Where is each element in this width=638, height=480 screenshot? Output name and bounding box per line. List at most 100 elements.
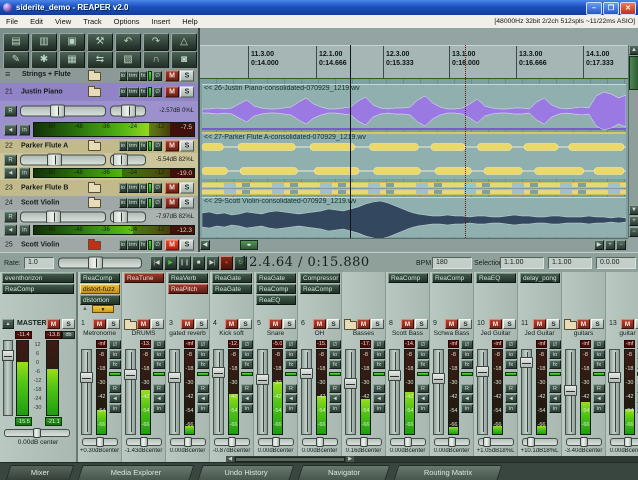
- media-item-parker-flute-a[interactable]: << 27-Parker Flute A-consolidated-070929…: [201, 132, 626, 179]
- solo-button[interactable]: S: [547, 319, 560, 329]
- close-button[interactable]: ✕: [620, 2, 636, 15]
- io-button[interactable]: io: [118, 198, 127, 208]
- ripple-edit-button[interactable]: ⇆: [87, 51, 113, 69]
- lock-button[interactable]: ◙: [171, 51, 197, 69]
- speaker-icon[interactable]: ◄: [373, 394, 385, 403]
- fx-button[interactable]: fx: [138, 87, 148, 97]
- mute-button[interactable]: M: [181, 319, 194, 329]
- volume-fader[interactable]: [81, 349, 92, 435]
- monitor-button[interactable]: in: [197, 404, 209, 413]
- fader-handle[interactable]: [256, 374, 269, 385]
- open-project-button[interactable]: ▥: [31, 33, 57, 51]
- mute-button[interactable]: M: [313, 319, 326, 329]
- solo-button[interactable]: S: [327, 319, 340, 329]
- record-arm-button[interactable]: R: [153, 384, 165, 393]
- menu-insert[interactable]: Insert: [146, 17, 177, 26]
- record-arm-button[interactable]: R: [4, 211, 17, 222]
- volume-slider-handle[interactable]: [47, 153, 62, 166]
- phase-button[interactable]: ∅: [153, 141, 162, 151]
- speaker-icon[interactable]: ◄: [461, 394, 473, 403]
- pan-slider-handle[interactable]: [121, 104, 136, 117]
- edit-cursor[interactable]: [350, 45, 351, 238]
- media-item-justin-piano[interactable]: << 26-Justin Piano-consolidated-070929_1…: [201, 84, 627, 131]
- fx-scroll-up-icon[interactable]: ▲: [82, 306, 88, 312]
- mute-button[interactable]: M: [165, 70, 179, 81]
- menu-view[interactable]: View: [49, 17, 77, 26]
- master-fader-handle[interactable]: [2, 350, 14, 361]
- phase-button[interactable]: ∅: [461, 340, 473, 349]
- monitor-button[interactable]: in: [19, 224, 30, 236]
- monitor-button[interactable]: in: [19, 124, 30, 135]
- volume-fader[interactable]: [389, 349, 400, 435]
- snap-button[interactable]: ∩: [143, 51, 169, 69]
- mute-button[interactable]: M: [165, 239, 179, 250]
- fx-slot-button[interactable]: ReaEQ: [476, 273, 516, 283]
- io-button[interactable]: io: [153, 350, 165, 359]
- fx-button[interactable]: fx: [138, 141, 148, 151]
- selection-value[interactable]: 1.1.00: [500, 257, 544, 269]
- mute-button[interactable]: M: [577, 319, 590, 329]
- speaker-icon[interactable]: ◄: [4, 224, 17, 236]
- solo-button[interactable]: S: [591, 319, 604, 329]
- metronome-button[interactable]: △: [171, 33, 197, 51]
- mute-button[interactable]: M: [269, 319, 282, 329]
- hzoom-out-button[interactable]: −: [616, 240, 626, 250]
- phase-button[interactable]: ∅: [153, 340, 165, 349]
- volume-slider[interactable]: [20, 154, 106, 165]
- menu-edit[interactable]: Edit: [24, 17, 49, 26]
- track-name[interactable]: Parker Flute B: [21, 185, 68, 192]
- phase-button[interactable]: ∅: [197, 340, 209, 349]
- speaker-icon[interactable]: ◄: [4, 124, 17, 135]
- speaker-icon[interactable]: ◄: [153, 394, 165, 403]
- timeline-ruler[interactable]: 11.3.00 0:14.000 12.1.00 0:14.666 12.3.00 0:1…: [200, 45, 628, 79]
- fx-button[interactable]: fx: [138, 183, 148, 193]
- master-solo-button[interactable]: S: [62, 319, 75, 329]
- fx-slot-button[interactable]: ReaPitch: [168, 284, 208, 294]
- solo-button[interactable]: S: [459, 319, 472, 329]
- solo-button[interactable]: S: [239, 319, 252, 329]
- solo-button[interactable]: S: [180, 86, 194, 98]
- phase-button[interactable]: ∅: [329, 340, 341, 349]
- speaker-icon[interactable]: ◄: [109, 394, 121, 403]
- speaker-icon[interactable]: ◄: [329, 394, 341, 403]
- fx-slot-button[interactable]: ReaComp: [300, 284, 340, 294]
- phase-button[interactable]: ∅: [373, 340, 385, 349]
- phase-button[interactable]: ∅: [549, 340, 561, 349]
- track-21[interactable]: 21 Justin Piano io trm fx ∅ M S R -2.57dB 0%L ◄ in -…: [0, 83, 198, 139]
- mute-button[interactable]: M: [445, 319, 458, 329]
- fx-button[interactable]: fx: [285, 360, 297, 369]
- fader-handle[interactable]: [300, 368, 313, 379]
- media-item-scott-violin[interactable]: << 29-Scott Violin-consolidated-070929_1…: [201, 197, 627, 238]
- fader-handle[interactable]: [80, 372, 93, 383]
- record-arm-button[interactable]: R: [329, 384, 341, 393]
- io-button[interactable]: io: [417, 350, 429, 359]
- volume-fader[interactable]: [169, 349, 180, 435]
- record-arm-button[interactable]: R: [285, 384, 297, 393]
- solo-button[interactable]: S: [107, 319, 120, 329]
- io-button[interactable]: io: [549, 350, 561, 359]
- mute-button[interactable]: M: [165, 86, 179, 98]
- vertical-scrollbar[interactable]: ▲ ▼ + −: [628, 45, 638, 238]
- record-arm-button[interactable]: R: [109, 384, 121, 393]
- trim-button[interactable]: trm: [126, 87, 139, 97]
- trim-button[interactable]: trm: [126, 198, 139, 208]
- record-arm-button[interactable]: R: [505, 384, 517, 393]
- menu-help[interactable]: Help: [176, 17, 203, 26]
- solo-button[interactable]: S: [195, 319, 208, 329]
- fx-button[interactable]: fx: [329, 360, 341, 369]
- pan-handle[interactable]: [483, 437, 491, 447]
- record-arm-button[interactable]: R: [373, 384, 385, 393]
- project-settings-button[interactable]: ⚒: [87, 33, 113, 51]
- solo-button[interactable]: S: [503, 319, 516, 329]
- fader-handle[interactable]: [520, 357, 533, 368]
- fx-slot-button[interactable]: Compressor: [300, 273, 340, 283]
- pan-handle[interactable]: [404, 437, 412, 447]
- phase-button[interactable]: ∅: [285, 340, 297, 349]
- mute-button[interactable]: M: [401, 319, 414, 329]
- solo-button[interactable]: S: [371, 319, 384, 329]
- io-button[interactable]: io: [285, 350, 297, 359]
- fx-slot-button[interactable]: ReaComp: [432, 273, 472, 283]
- phase-button[interactable]: ∅: [153, 70, 162, 81]
- minimize-button[interactable]: –: [586, 2, 602, 15]
- hzoom-in-button[interactable]: +: [605, 240, 615, 250]
